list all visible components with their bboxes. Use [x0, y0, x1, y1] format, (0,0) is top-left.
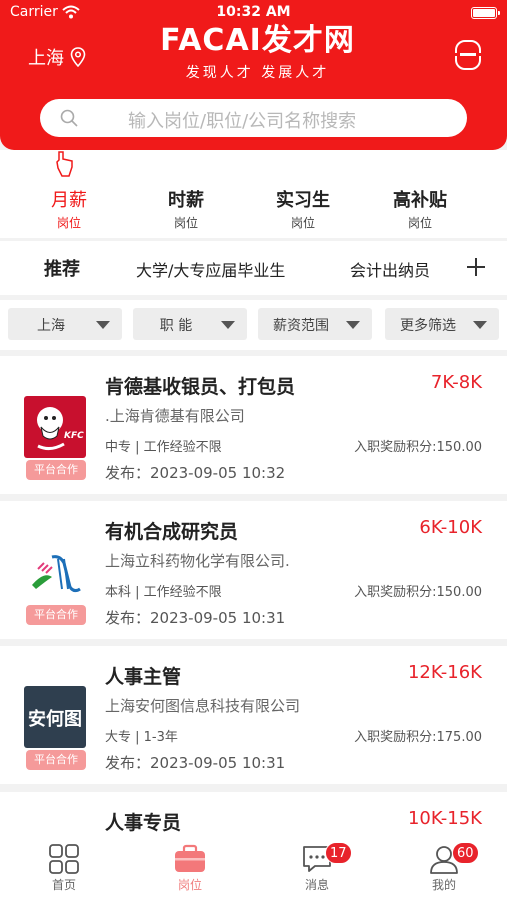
- tab-label: 我的: [431, 878, 456, 892]
- job-salary: 12K-16K: [407, 662, 482, 683]
- tab-title: 时薪: [168, 190, 204, 211]
- job-requirements: 大专 | 1-3年: [105, 730, 178, 745]
- tab-sub: 岗位: [290, 216, 315, 230]
- tab-messages[interactable]: 消息 17: [277, 842, 357, 893]
- job-salary: 10K-15K: [407, 808, 482, 829]
- menu-icon[interactable]: [454, 40, 482, 70]
- job-date: 发布：2023-09-05 10:31: [105, 609, 286, 627]
- job-title: 肯德基收银员、打包员: [105, 376, 296, 398]
- job-company: 上海安何图信息科技有限公司: [105, 697, 301, 715]
- tab-home[interactable]: 首页: [24, 844, 104, 893]
- city-selector[interactable]: 上海: [28, 44, 86, 70]
- job-title: 人事专员: [105, 812, 182, 834]
- job-salary: 7K-8K: [430, 372, 482, 393]
- city-label: 上海: [28, 48, 64, 69]
- tab-sub: 岗位: [173, 216, 198, 230]
- caret-down-icon: [221, 321, 235, 329]
- job-reward: 入职奖励积分:150.00: [354, 440, 482, 455]
- job-card[interactable]: KFC 平台合作 肯德基收银员、打包员 7K-8K .上海肯德基有限公司 中专 …: [0, 356, 507, 494]
- job-reward: 入职奖励积分:175.00: [354, 730, 482, 745]
- battery-icon: [471, 7, 500, 19]
- search-input[interactable]: 输入岗位/职位/公司名称搜索: [128, 107, 356, 133]
- tab-label: 首页: [51, 878, 76, 892]
- pharma-logo: [24, 541, 86, 603]
- filter-row: 上海 职 能 薪资范围 更多筛选: [0, 300, 507, 350]
- tab-sub: 岗位: [56, 216, 81, 230]
- category-bar: 推荐 大学/大专应届毕业生 会计出纳员: [0, 241, 507, 295]
- filter-city[interactable]: 上海: [8, 308, 122, 340]
- filter-label: 更多筛选: [400, 318, 456, 334]
- job-reward: 入职奖励积分:150.00: [354, 585, 482, 600]
- job-requirements: 中专 | 工作经验不限: [105, 440, 222, 455]
- filter-label: 上海: [37, 318, 65, 334]
- svg-text:KFC: KFC: [64, 431, 84, 441]
- tab-intern[interactable]: 实习生 岗位: [258, 186, 348, 231]
- tab-label: 岗位: [177, 878, 202, 892]
- status-bar: Carrier 10:32 AM: [10, 4, 500, 24]
- brand-logo: FACAI发才网 发现人才 发展人才: [145, 24, 370, 82]
- filter-label: 薪资范围: [273, 318, 329, 334]
- logo-slogan: 发现人才 发展人才: [185, 65, 330, 81]
- filter-salary[interactable]: 薪资范围: [258, 308, 372, 340]
- tab-profile[interactable]: 我的 60: [404, 842, 484, 893]
- job-salary: 6K-10K: [419, 517, 482, 538]
- logo-text: FACAI发才网: [160, 23, 355, 58]
- job-title: 有机合成研究员: [105, 521, 239, 543]
- search-bar[interactable]: 输入岗位/职位/公司名称搜索: [40, 99, 467, 137]
- job-type-tabs: 月薪 岗位 时薪 岗位 实习生 岗位 高补贴 岗位: [0, 150, 507, 238]
- tab-title: 月薪: [51, 190, 87, 211]
- add-category-icon[interactable]: [467, 258, 485, 276]
- caret-down-icon: [473, 321, 487, 329]
- caret-down-icon: [96, 321, 110, 329]
- category-item[interactable]: 会计出纳员: [350, 257, 430, 281]
- pointing-hand-icon: [56, 151, 73, 177]
- job-card[interactable]: 安何图 平台合作 人事主管 12K-16K 上海安何图信息科技有限公司 大专 |…: [0, 646, 507, 784]
- tab-title: 高补贴: [393, 190, 447, 211]
- tab-jobs[interactable]: 岗位: [150, 844, 230, 893]
- job-title: 人事主管: [105, 666, 182, 688]
- category-item[interactable]: 大学/大专应届毕业生: [136, 257, 285, 281]
- briefcase-icon: [175, 844, 205, 872]
- partner-badge: 平台合作: [26, 460, 86, 480]
- bottom-tab-bar: 首页 岗位 消息 17 我的 60: [0, 838, 507, 900]
- profile-count-badge: 60: [452, 842, 479, 864]
- kfc-logo: KFC: [24, 396, 86, 458]
- filter-function[interactable]: 职 能: [133, 308, 247, 340]
- tab-monthly[interactable]: 月薪 岗位: [24, 186, 114, 231]
- category-recommend[interactable]: 推荐: [44, 255, 80, 281]
- partner-badge: 平台合作: [26, 605, 86, 625]
- partner-badge: 平台合作: [26, 750, 86, 770]
- tab-hourly[interactable]: 时薪 岗位: [141, 186, 231, 231]
- header: Carrier 10:32 AM 上海 FACAI发才网 发现人才 发展人才 输…: [0, 0, 507, 150]
- location-pin-icon: [70, 47, 86, 67]
- app-screen: Carrier 10:32 AM 上海 FACAI发才网 发现人才 发展人才 输…: [0, 0, 507, 900]
- status-time: 10:32 AM: [216, 4, 291, 20]
- tab-sub: 岗位: [407, 216, 432, 230]
- job-card[interactable]: 平台合作 有机合成研究员 6K-10K 上海立科药物化学有限公司. 本科 | 工…: [0, 501, 507, 639]
- job-company: .上海肯德基有限公司: [105, 407, 245, 425]
- message-count-badge: 17: [325, 842, 352, 864]
- tab-title: 实习生: [276, 190, 330, 211]
- anhetu-logo-text: 安何图: [28, 708, 82, 730]
- job-requirements: 本科 | 工作经验不限: [105, 585, 222, 600]
- job-company: 上海立科药物化学有限公司.: [105, 552, 290, 570]
- anhetu-logo: 安何图: [24, 686, 86, 748]
- job-date: 发布：2023-09-05 10:31: [105, 754, 286, 772]
- tab-high-subsidy[interactable]: 高补贴 岗位: [375, 186, 465, 231]
- grid-icon: [49, 844, 79, 874]
- filter-more[interactable]: 更多筛选: [385, 308, 499, 340]
- tab-label: 消息: [304, 878, 329, 892]
- filter-label: 职 能: [159, 318, 193, 334]
- caret-down-icon: [346, 321, 360, 329]
- search-icon: [60, 109, 78, 127]
- job-date: 发布：2023-09-05 10:32: [105, 464, 286, 482]
